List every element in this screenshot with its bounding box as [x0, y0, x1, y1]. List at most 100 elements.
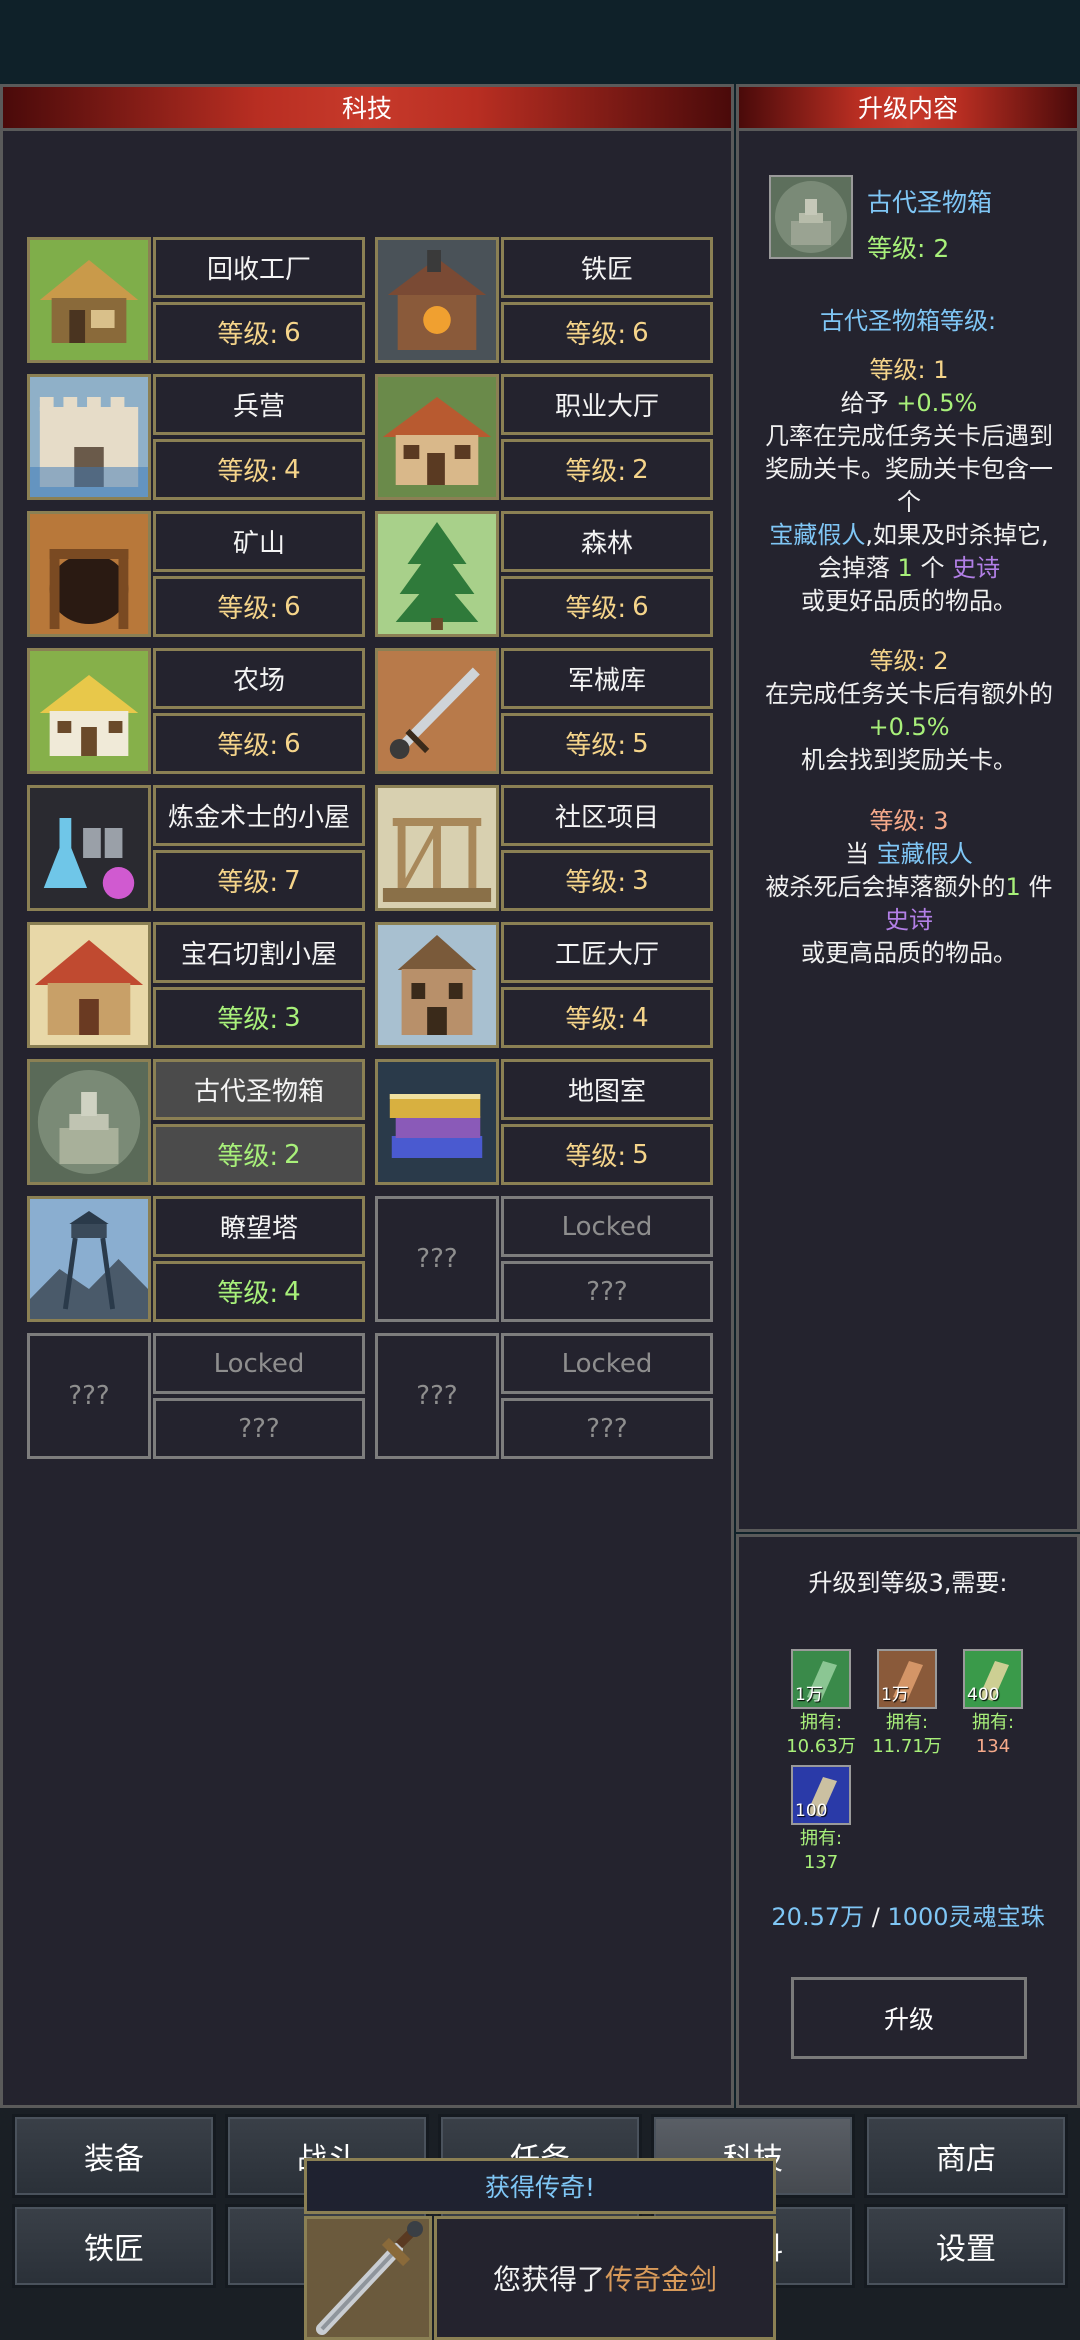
- tech-card-level: 等级: 6: [501, 576, 713, 637]
- tech-card-name: 瞭望塔: [153, 1196, 365, 1257]
- status-bar: [0, 0, 1080, 84]
- locked-tech-card: ??? Locked???: [375, 1196, 713, 1322]
- tech-card[interactable]: 社区项目等级: 3: [375, 785, 713, 911]
- owned-value: 134: [975, 1736, 1011, 1757]
- level-2-description: 等级: 2 在完成任务关卡后有额外的 +0.5% 机会找到奖励关卡。: [765, 647, 1053, 774]
- level-label: 等级:: [217, 457, 279, 487]
- tech-card[interactable]: 回收工厂 等级: 6: [27, 237, 365, 363]
- locked-tech-card: ??? Locked???: [27, 1333, 365, 1459]
- tech-card-name: 军械库: [501, 648, 713, 709]
- tech-card-name: 宝石切割小屋: [153, 922, 365, 983]
- resource-owned: 拥有: 137: [771, 1827, 871, 1875]
- tech-card-level: 等级: 6: [153, 713, 365, 774]
- nav-button[interactable]: 商店: [864, 2114, 1068, 2198]
- level-1-description: 等级: 1 给予 +0.5% 几率在完成任务关卡后遇到奖励关卡。奖励关卡包含一个…: [765, 356, 1053, 615]
- level-label: 等级:: [565, 731, 627, 761]
- tech-card[interactable]: 宝石切割小屋 等级: 3: [27, 922, 365, 1048]
- tech-card[interactable]: 兵营 等级: 4: [27, 374, 365, 500]
- tech-card-name: 回收工厂: [153, 237, 365, 298]
- copper-bar-icon: 1万: [877, 1649, 937, 1709]
- tech-card[interactable]: 森林 等级: 6: [375, 511, 713, 637]
- tech-card-name: 森林: [501, 511, 713, 572]
- tech-card-level: 等级: 6: [153, 302, 365, 363]
- alchemist-hut-icon: [27, 785, 151, 911]
- recycling-factory-icon: [27, 237, 151, 363]
- tech-card[interactable]: 军械库 等级: 5: [375, 648, 713, 774]
- community-project-icon: [375, 785, 499, 911]
- tech-card-name: 铁匠: [501, 237, 713, 298]
- level-label: 等级:: [565, 868, 627, 898]
- nav-button[interactable]: 铁匠: [12, 2204, 216, 2288]
- tech-card[interactable]: 农场 等级: 6: [27, 648, 365, 774]
- level-label: 等级:: [217, 1005, 279, 1035]
- level-label: 等级:: [217, 1142, 279, 1172]
- tech-card-name: 农场: [153, 648, 365, 709]
- selected-item-name: 古代圣物箱: [867, 188, 993, 217]
- tech-card[interactable]: 职业大厅 等级: 2: [375, 374, 713, 500]
- ancient-reliquary-icon: [27, 1059, 151, 1185]
- locked-tech-card: ??? Locked???: [375, 1333, 713, 1459]
- class-hall-icon: [375, 374, 499, 500]
- level-label: 等级:: [565, 1142, 627, 1172]
- tech-card-level: 等级: 4: [153, 439, 365, 500]
- farm-icon: [27, 648, 151, 774]
- owned-label: 拥有:: [971, 1712, 1015, 1733]
- unknown-icon: ???: [27, 1333, 151, 1459]
- tech-card[interactable]: 古代圣物箱 等级: 2: [27, 1059, 365, 1185]
- tech-card-name: 职业大厅: [501, 374, 713, 435]
- forest-icon: [375, 511, 499, 637]
- gem-cutting-hut-icon: [27, 922, 151, 1048]
- level-value: 4: [284, 1276, 301, 1307]
- iron-bar-icon: 1万: [791, 1649, 851, 1709]
- map-room-icon: [375, 1059, 499, 1185]
- level-value: 4: [632, 1002, 649, 1033]
- tech-card[interactable]: 地图室 等级: 5: [375, 1059, 713, 1185]
- tech-card[interactable]: 炼金术士的小屋 等级: 7: [27, 785, 365, 911]
- tech-card[interactable]: 矿山 等级: 6: [27, 511, 365, 637]
- owned-label: 拥有:: [885, 1712, 929, 1733]
- level-label: 等级:: [565, 1005, 627, 1035]
- tech-card[interactable]: 瞭望塔 等级: 4: [27, 1196, 365, 1322]
- tech-card-name: 地图室: [501, 1059, 713, 1120]
- blue-rune-icon: 100: [791, 1765, 851, 1825]
- resource-amount: 400: [967, 1685, 1000, 1705]
- level-label: 等级:: [217, 594, 279, 624]
- tech-card-level: 等级: 4: [501, 987, 713, 1048]
- tech-card[interactable]: 铁匠等级: 6: [375, 237, 713, 363]
- tech-card-level: 等级: 4: [153, 1261, 365, 1322]
- soul-orb-cost: 20.57万 / 1000灵魂宝珠: [771, 1903, 1045, 1931]
- tech-card-name: 炼金术士的小屋: [153, 785, 365, 846]
- level-label: 等级:: [565, 457, 627, 487]
- unknown-level: ???: [153, 1398, 365, 1459]
- level-section-title: 古代圣物箱等级:: [819, 307, 997, 335]
- level-label: 等级:: [217, 320, 279, 350]
- unknown-icon: ???: [375, 1333, 499, 1459]
- owned-label: 拥有:: [799, 1712, 843, 1733]
- tech-card-level: 等级: 7: [153, 850, 365, 911]
- resource-owned: 拥有: 134: [943, 1711, 1043, 1759]
- tech-card-level: 等级: 3: [153, 987, 365, 1048]
- owned-value: 10.63万: [786, 1736, 856, 1757]
- level-value: 4: [284, 454, 301, 485]
- nav-button[interactable]: 设置: [864, 2204, 1068, 2288]
- legendary-sword-icon: [304, 2216, 432, 2340]
- unknown-icon: ???: [375, 1196, 499, 1322]
- toast-item-name: 传奇金剑: [605, 2263, 718, 2296]
- green-rune-icon: 400: [963, 1649, 1023, 1709]
- nav-button[interactable]: 装备: [12, 2114, 216, 2198]
- tech-card[interactable]: 工匠大厅 等级: 4: [375, 922, 713, 1048]
- level-label: 等级:: [565, 594, 627, 624]
- resource-owned: 拥有: 11.71万: [857, 1711, 957, 1759]
- locked-label: Locked: [501, 1196, 713, 1257]
- upgrade-button[interactable]: 升级: [791, 1977, 1027, 2059]
- level-3-description: 等级: 3 当 宝藏假人 被杀死后会掉落额外的1 件 史诗 或更高品质的物品。: [765, 807, 1053, 967]
- level-value: 6: [632, 317, 649, 348]
- level-value: 3: [284, 1002, 301, 1033]
- level-label: 等级:: [565, 320, 627, 350]
- unknown-level: ???: [501, 1398, 713, 1459]
- tech-panel: 科技 回收工厂 等级: 6 铁匠 等级: 6 兵营 等级: 4 职业大厅 等级: 2 矿山 等级: 6 森林等…: [0, 84, 734, 2108]
- watchtower-icon: [27, 1196, 151, 1322]
- level-value: 3: [632, 865, 649, 896]
- tech-card-name: 社区项目: [501, 785, 713, 846]
- legendary-toast: 获得传奇! 您获得了 传奇金剑: [304, 2158, 776, 2340]
